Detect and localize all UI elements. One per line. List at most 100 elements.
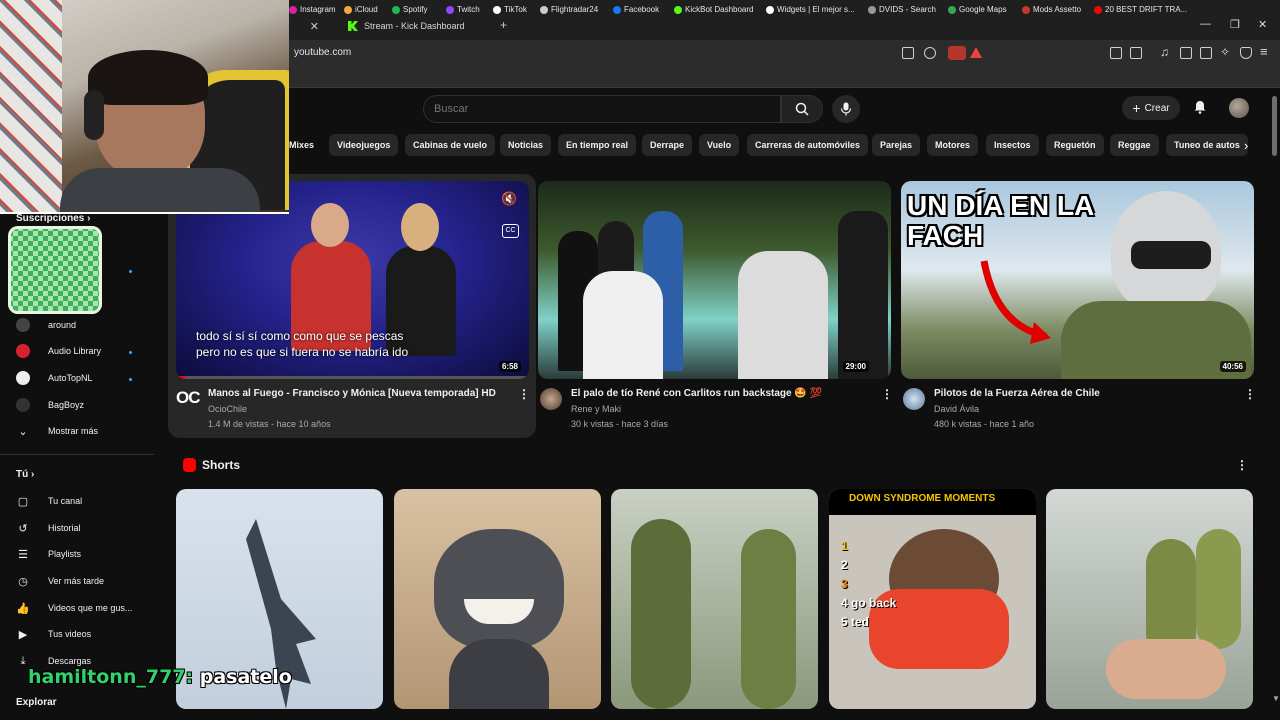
- video-thumbnail[interactable]: UN DÍA EN LA FACH 40:56: [901, 181, 1254, 379]
- microphone-icon: [840, 102, 852, 116]
- bookmark-widgets[interactable]: Widgets | El mejor s...: [766, 5, 855, 14]
- chip-regueton[interactable]: Reguetón: [1046, 134, 1104, 156]
- sidebar-item-tu-canal[interactable]: ▢ Tu canal: [16, 490, 82, 512]
- chip-videojuegos[interactable]: Videojuegos: [329, 134, 399, 156]
- video-thumbnail[interactable]: 29:00: [538, 181, 891, 379]
- screenshot-icon[interactable]: [1130, 47, 1142, 59]
- channel-avatar[interactable]: [903, 388, 925, 410]
- chip-derrape[interactable]: Derrape: [642, 134, 693, 156]
- notifications-bell-icon[interactable]: [1193, 100, 1207, 114]
- bookmark-instagram[interactable]: Instagram: [289, 5, 336, 14]
- sidebar-item-ver-mas-tarde[interactable]: ◷ Ver más tarde: [16, 570, 104, 592]
- bookmark-spotify[interactable]: Spotify: [392, 5, 427, 14]
- browser-tab-youtube[interactable]: ✕: [289, 12, 327, 40]
- create-button[interactable]: + Crear: [1122, 96, 1180, 120]
- search-input[interactable]: [424, 96, 780, 122]
- account-avatar[interactable]: [1229, 98, 1249, 118]
- sidebar-channel-autotopnl[interactable]: AutoTopNL: [16, 367, 93, 389]
- channel-avatar[interactable]: [540, 388, 562, 410]
- play-box-icon: ▶: [18, 628, 28, 641]
- chip-carreras[interactable]: Carreras de automóviles: [747, 134, 869, 156]
- sidebar-channel-audio-library[interactable]: Audio Library: [16, 340, 101, 362]
- bookmark-flightradar[interactable]: Flightradar24: [540, 5, 598, 14]
- facebook-icon: [613, 5, 621, 14]
- sidebar-item-liked[interactable]: 👍 Videos que me gus...: [16, 597, 132, 619]
- subscriptions-heading[interactable]: Suscripciones ›: [16, 213, 90, 224]
- chip-reggae[interactable]: Reggae: [1110, 134, 1159, 156]
- video-title[interactable]: Pilotos de la Fuerza Aérea de Chile: [934, 388, 1100, 399]
- wallet-icon[interactable]: [1200, 47, 1212, 59]
- minimize-icon[interactable]: —: [1200, 18, 1211, 30]
- chip-tiempo-real[interactable]: En tiempo real: [558, 134, 637, 156]
- more-options-icon[interactable]: ⋮: [881, 387, 893, 401]
- search-button[interactable]: [781, 95, 823, 123]
- chip-tuneo[interactable]: Tuneo de autos: [1166, 134, 1248, 156]
- music-icon[interactable]: ♫: [1160, 45, 1169, 59]
- more-options-icon[interactable]: ⋮: [1244, 387, 1256, 401]
- close-window-icon[interactable]: ✕: [1258, 18, 1267, 31]
- url-text[interactable]: youtube.com: [294, 47, 351, 58]
- video-meta: 480 k vistas - hace 1 año: [934, 419, 1035, 429]
- page-scrollbar[interactable]: [1272, 96, 1277, 156]
- video-channel[interactable]: David Ávila: [934, 404, 979, 414]
- share-icon[interactable]: [924, 47, 936, 59]
- chip-motores[interactable]: Motores: [927, 134, 979, 156]
- sidebar-item-playlists[interactable]: ☰ Playlists: [16, 543, 81, 565]
- bookmark-tiktok[interactable]: TikTok: [493, 5, 527, 14]
- chip-noticias[interactable]: Noticias: [500, 134, 552, 156]
- cast-icon[interactable]: [902, 47, 914, 59]
- bookmark-kickbot[interactable]: KickBot Dashboard: [674, 5, 753, 14]
- explore-heading[interactable]: Explorar: [16, 697, 57, 708]
- sidebar-item-tus-videos[interactable]: ▶ Tus videos: [16, 623, 91, 645]
- sidebar-channel-bagboyz[interactable]: BagBoyz: [16, 394, 84, 416]
- chip-parejas[interactable]: Parejas: [872, 134, 921, 156]
- channel-logo-ociochile[interactable]: OC: [176, 388, 200, 408]
- bookmark-dvids[interactable]: DVIDS - Search: [868, 5, 936, 14]
- chip-cabinas[interactable]: Cabinas de vuelo: [405, 134, 496, 156]
- short-item[interactable]: [394, 489, 601, 709]
- closed-captions-icon[interactable]: CC: [502, 224, 519, 238]
- more-options-icon[interactable]: ⋮: [1236, 458, 1248, 472]
- search-field[interactable]: [423, 95, 781, 123]
- dog-body: [449, 639, 549, 709]
- browser-tab-kick[interactable]: Stream - Kick Dashboard: [330, 12, 488, 40]
- short-item[interactable]: [611, 489, 818, 709]
- bookmark-google-maps[interactable]: Google Maps: [948, 5, 1007, 14]
- menu-icon[interactable]: ≡: [1260, 44, 1268, 59]
- short-item[interactable]: [1046, 489, 1253, 709]
- short-item[interactable]: DOWN SYNDROME MOMENTS 1 2 3 4 go back 5 …: [829, 489, 1036, 709]
- close-tab-icon[interactable]: ✕: [310, 20, 319, 33]
- mute-icon[interactable]: 🔇: [501, 191, 517, 207]
- bookmark-twitch[interactable]: Twitch: [446, 5, 480, 14]
- bookmark-facebook[interactable]: Facebook: [613, 5, 659, 14]
- sidebar-show-more[interactable]: ⌄ Mostrar más: [16, 420, 98, 442]
- extensions-icon[interactable]: [1110, 47, 1122, 59]
- bookmark-mods-assetto[interactable]: Mods Assetto: [1022, 5, 1081, 14]
- bookmark-icloud[interactable]: iCloud: [344, 5, 378, 14]
- vpn-shield-icon[interactable]: [1240, 47, 1252, 59]
- chip-insectos[interactable]: Insectos: [986, 134, 1039, 156]
- ai-sparkle-icon[interactable]: ✧: [1220, 45, 1230, 59]
- streamer-hair: [88, 50, 208, 105]
- brave-shield-icon[interactable]: [948, 46, 966, 60]
- rewards-icon[interactable]: [970, 47, 982, 58]
- sidebar-channel-around[interactable]: around: [16, 314, 76, 336]
- new-tab-icon[interactable]: +: [500, 18, 507, 32]
- you-heading[interactable]: Tú ›: [16, 469, 34, 480]
- chevron-right-icon[interactable]: ›: [1244, 138, 1248, 153]
- chip-vuelo[interactable]: Vuelo: [699, 134, 740, 156]
- scroll-down-icon[interactable]: ▼: [1272, 694, 1280, 703]
- maximize-icon[interactable]: ❐: [1230, 18, 1240, 31]
- voice-search-button[interactable]: [832, 95, 860, 123]
- sidebar-icon[interactable]: [1180, 47, 1192, 59]
- video-channel[interactable]: OcioChile: [208, 404, 247, 414]
- video-channel[interactable]: Rene y Maki: [571, 404, 621, 414]
- sidebar-item-historial[interactable]: ↺ Historial: [16, 517, 80, 539]
- video-title[interactable]: El palo de tío René con Carlitos run bac…: [571, 388, 822, 399]
- chat-text: pasatelo: [199, 666, 292, 688]
- search-icon: [795, 102, 809, 116]
- more-options-icon[interactable]: ⋮: [518, 387, 530, 401]
- bookmark-drift[interactable]: 20 BEST DRIFT TRA...: [1094, 5, 1187, 14]
- video-title[interactable]: Manos al Fuego - Francisco y Mónica [Nue…: [208, 388, 496, 399]
- chip-mixes[interactable]: Mixes: [289, 134, 322, 156]
